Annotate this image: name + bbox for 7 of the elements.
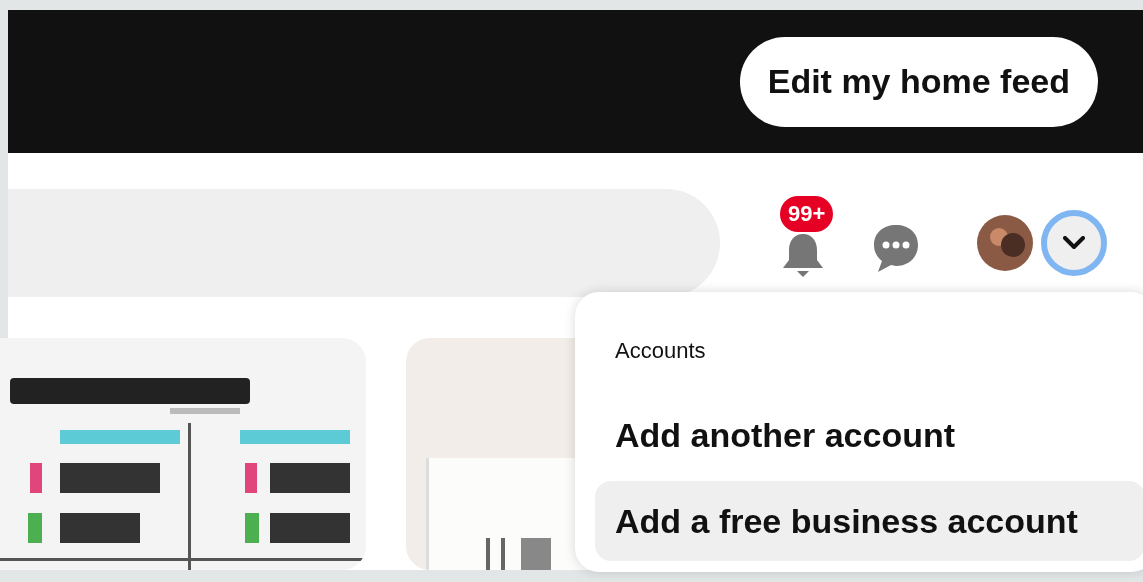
notification-badge: 99+	[780, 196, 834, 232]
menu-section-title: Accounts	[614, 337, 707, 365]
chevron-down-icon	[1063, 236, 1085, 250]
search-field[interactable]	[8, 189, 720, 297]
avatar[interactable]	[977, 215, 1033, 271]
edit-feed-button[interactable]: Edit my home feed	[739, 36, 1098, 127]
menu-item[interactable]: Add a free business account	[595, 481, 1143, 561]
